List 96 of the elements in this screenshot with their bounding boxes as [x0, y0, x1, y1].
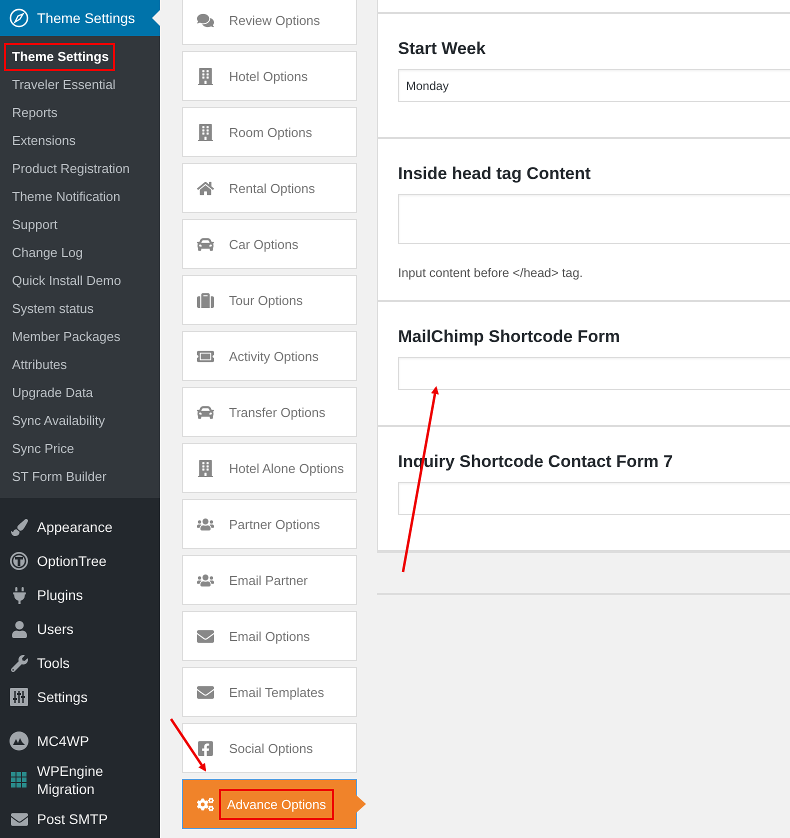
option-tab[interactable]: Room Options — [182, 107, 357, 157]
menu-item[interactable]: Plugins — [0, 578, 160, 612]
option-tab[interactable]: Email Options — [182, 611, 357, 661]
tab-label: Room Options — [229, 124, 312, 140]
textarea-field[interactable] — [398, 194, 790, 244]
menu-item[interactable]: Appearance — [0, 510, 160, 544]
tab-label: Hotel Options — [229, 68, 308, 84]
gears-icon — [195, 796, 215, 812]
house-icon — [195, 180, 215, 196]
comments-icon — [195, 12, 215, 28]
submenu-item[interactable]: Member Packages — [0, 323, 124, 351]
menu-label: Appearance — [37, 518, 113, 536]
letter-circle-icon — [9, 551, 29, 571]
tab-label: Advance Options — [221, 790, 332, 818]
menu-label: Post SMTP — [37, 810, 108, 828]
paintbrush-icon — [9, 517, 29, 537]
menu-label: Users — [37, 620, 74, 638]
annotation-arrow — [170, 718, 206, 772]
submenu-item[interactable]: Change Log — [0, 239, 87, 267]
menu-item[interactable]: WPEngine Migration — [0, 758, 160, 802]
menu-label: MC4WP — [37, 732, 90, 750]
submenu-item[interactable]: Support — [0, 211, 62, 239]
field-label: Start Week — [398, 39, 487, 59]
menu-item[interactable]: MC4WP — [0, 724, 160, 758]
option-tab[interactable]: Social Options — [182, 723, 357, 773]
submenu-item[interactable]: Reports — [0, 99, 62, 127]
submenu-item[interactable]: Product Registration — [0, 155, 134, 183]
submenu-item[interactable]: ST Form Builder — [0, 463, 110, 491]
envelope-icon — [195, 628, 215, 644]
tab-label: Partner Options — [229, 516, 320, 532]
submenu-item[interactable]: Sync Availability — [0, 407, 109, 435]
field-label: Inside head tag Content — [398, 164, 592, 184]
building-icon — [195, 68, 215, 84]
building-icon — [195, 460, 215, 476]
current-menu-item[interactable]: Theme Settings — [0, 0, 160, 36]
menu-item[interactable]: Users — [0, 612, 160, 646]
menu-item[interactable]: Settings — [0, 680, 160, 714]
menu-label: Tools — [37, 654, 70, 672]
submenu-item[interactable]: System status — [0, 295, 98, 323]
tab-label: Transfer Options — [229, 404, 326, 420]
tab-label: Car Options — [229, 236, 298, 252]
tab-label: Activity Options — [229, 348, 319, 364]
mountain-circle-icon — [9, 731, 29, 751]
option-tab[interactable]: Rental Options — [182, 163, 357, 213]
option-tab[interactable]: Hotel Alone Options — [182, 443, 357, 493]
car-icon — [195, 236, 215, 252]
tab-label: Rental Options — [229, 180, 315, 196]
suitcase-icon — [195, 292, 215, 308]
select-field[interactable]: Monday — [398, 69, 790, 102]
menu-label: Settings — [37, 688, 88, 706]
option-tab[interactable]: Tour Options — [182, 275, 357, 325]
option-tab[interactable]: Transfer Options — [182, 387, 357, 437]
menu-label: WPEngine Migration — [37, 762, 104, 798]
input-field[interactable] — [398, 357, 790, 390]
tab-label: Email Templates — [229, 684, 324, 700]
option-tab[interactable]: Review Options — [182, 0, 357, 45]
option-tab[interactable]: Partner Options — [182, 499, 357, 549]
tab-label: Email Options — [229, 628, 310, 644]
menu-item[interactable]: Post SMTP — [0, 802, 160, 836]
tab-label: Social Options — [229, 740, 313, 756]
tab-label: Hotel Alone Options — [229, 460, 344, 476]
sliders-icon — [9, 687, 29, 707]
users-icon — [195, 572, 215, 588]
envelope-icon — [195, 684, 215, 700]
users-icon — [195, 516, 215, 532]
tab-label: Tour Options — [229, 292, 303, 308]
option-tab[interactable]: Email Templates — [182, 667, 357, 717]
help-text: Input content before </head> tag. — [398, 266, 584, 280]
submenu-item[interactable]: Extensions — [0, 127, 80, 155]
submenu-item[interactable]: Attributes — [0, 351, 71, 379]
wrench-icon — [9, 653, 29, 673]
submenu-item[interactable]: Upgrade Data — [0, 379, 97, 407]
submenu-item[interactable]: Traveler Essential — [0, 71, 120, 99]
submenu-item[interactable]: Quick Install Demo — [0, 267, 126, 295]
option-tab[interactable]: Hotel Options — [182, 51, 357, 101]
input-field[interactable] — [398, 482, 790, 515]
submenu-item[interactable]: Theme Settings — [4, 43, 115, 71]
facebook-icon — [195, 740, 215, 756]
tab-label: Review Options — [229, 12, 320, 28]
menu-label: OptionTree — [37, 552, 107, 570]
menu-label: Theme Settings — [37, 10, 136, 26]
car-icon — [195, 404, 215, 420]
menu-item[interactable]: OptionTree — [0, 544, 160, 578]
menu-label: Plugins — [37, 586, 83, 604]
option-tab[interactable]: Activity Options — [182, 331, 357, 381]
option-tab[interactable]: Car Options — [182, 219, 357, 269]
option-tab[interactable]: Email Partner — [182, 555, 357, 605]
submenu-item[interactable]: Theme Notification — [0, 183, 124, 211]
submenu-item[interactable]: Sync Price — [0, 435, 78, 463]
building-icon — [195, 124, 215, 140]
field-label: MailChimp Shortcode Form — [398, 327, 621, 347]
user-icon — [9, 619, 29, 639]
compass-icon — [9, 8, 29, 28]
tab-label: Email Partner — [229, 572, 308, 588]
grid-icon — [9, 770, 29, 790]
menu-item[interactable]: Tools — [0, 646, 160, 680]
